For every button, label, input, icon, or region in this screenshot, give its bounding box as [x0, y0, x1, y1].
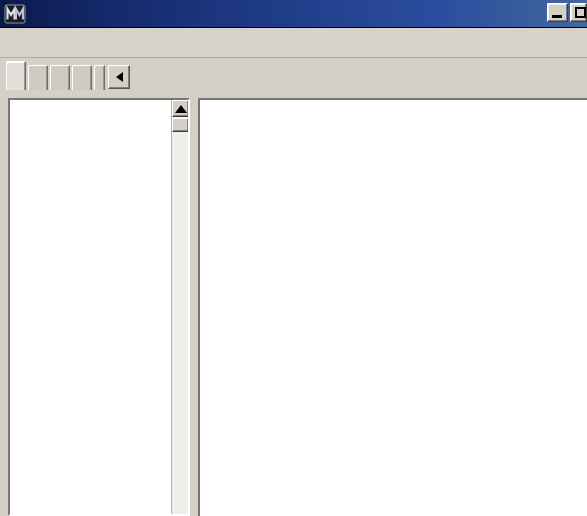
visor-window	[0, 0, 587, 516]
tree-scroll-thumb[interactable]	[172, 118, 188, 132]
minimize-icon	[552, 15, 562, 18]
window-controls	[547, 3, 587, 22]
arrow-up-icon	[174, 104, 187, 113]
tree-scroll-up-button[interactable]	[172, 100, 188, 117]
thumbnail-grid-panel	[198, 98, 587, 516]
folder-tree-panel	[8, 98, 190, 516]
tab-fluid-examples[interactable]	[50, 65, 70, 90]
tab-fluid-initial-states[interactable]	[72, 65, 92, 90]
maximize-icon	[575, 7, 586, 18]
title-bar	[0, 0, 587, 28]
maya-m-logo-icon	[4, 4, 26, 24]
tab-strip	[0, 59, 587, 90]
minimize-button[interactable]	[547, 3, 568, 22]
tree-vertical-scrollbar[interactable]	[171, 100, 188, 514]
menu-item-view[interactable]	[26, 41, 44, 45]
folder-tree[interactable]	[10, 100, 172, 514]
arrow-left-icon	[115, 72, 123, 82]
tab-paint-effects[interactable]	[6, 61, 26, 90]
tab-overflow-partial[interactable]	[94, 65, 105, 90]
menu-bar	[0, 28, 587, 58]
client-area	[0, 90, 587, 516]
tab-ocean-examples[interactable]	[28, 65, 48, 90]
maximize-button[interactable]	[570, 3, 587, 22]
menu-item-tabs[interactable]	[44, 41, 62, 45]
tab-scroll-left-button[interactable]	[108, 65, 130, 89]
menu-item-file[interactable]	[8, 41, 26, 45]
menu-item-help[interactable]	[62, 41, 80, 45]
